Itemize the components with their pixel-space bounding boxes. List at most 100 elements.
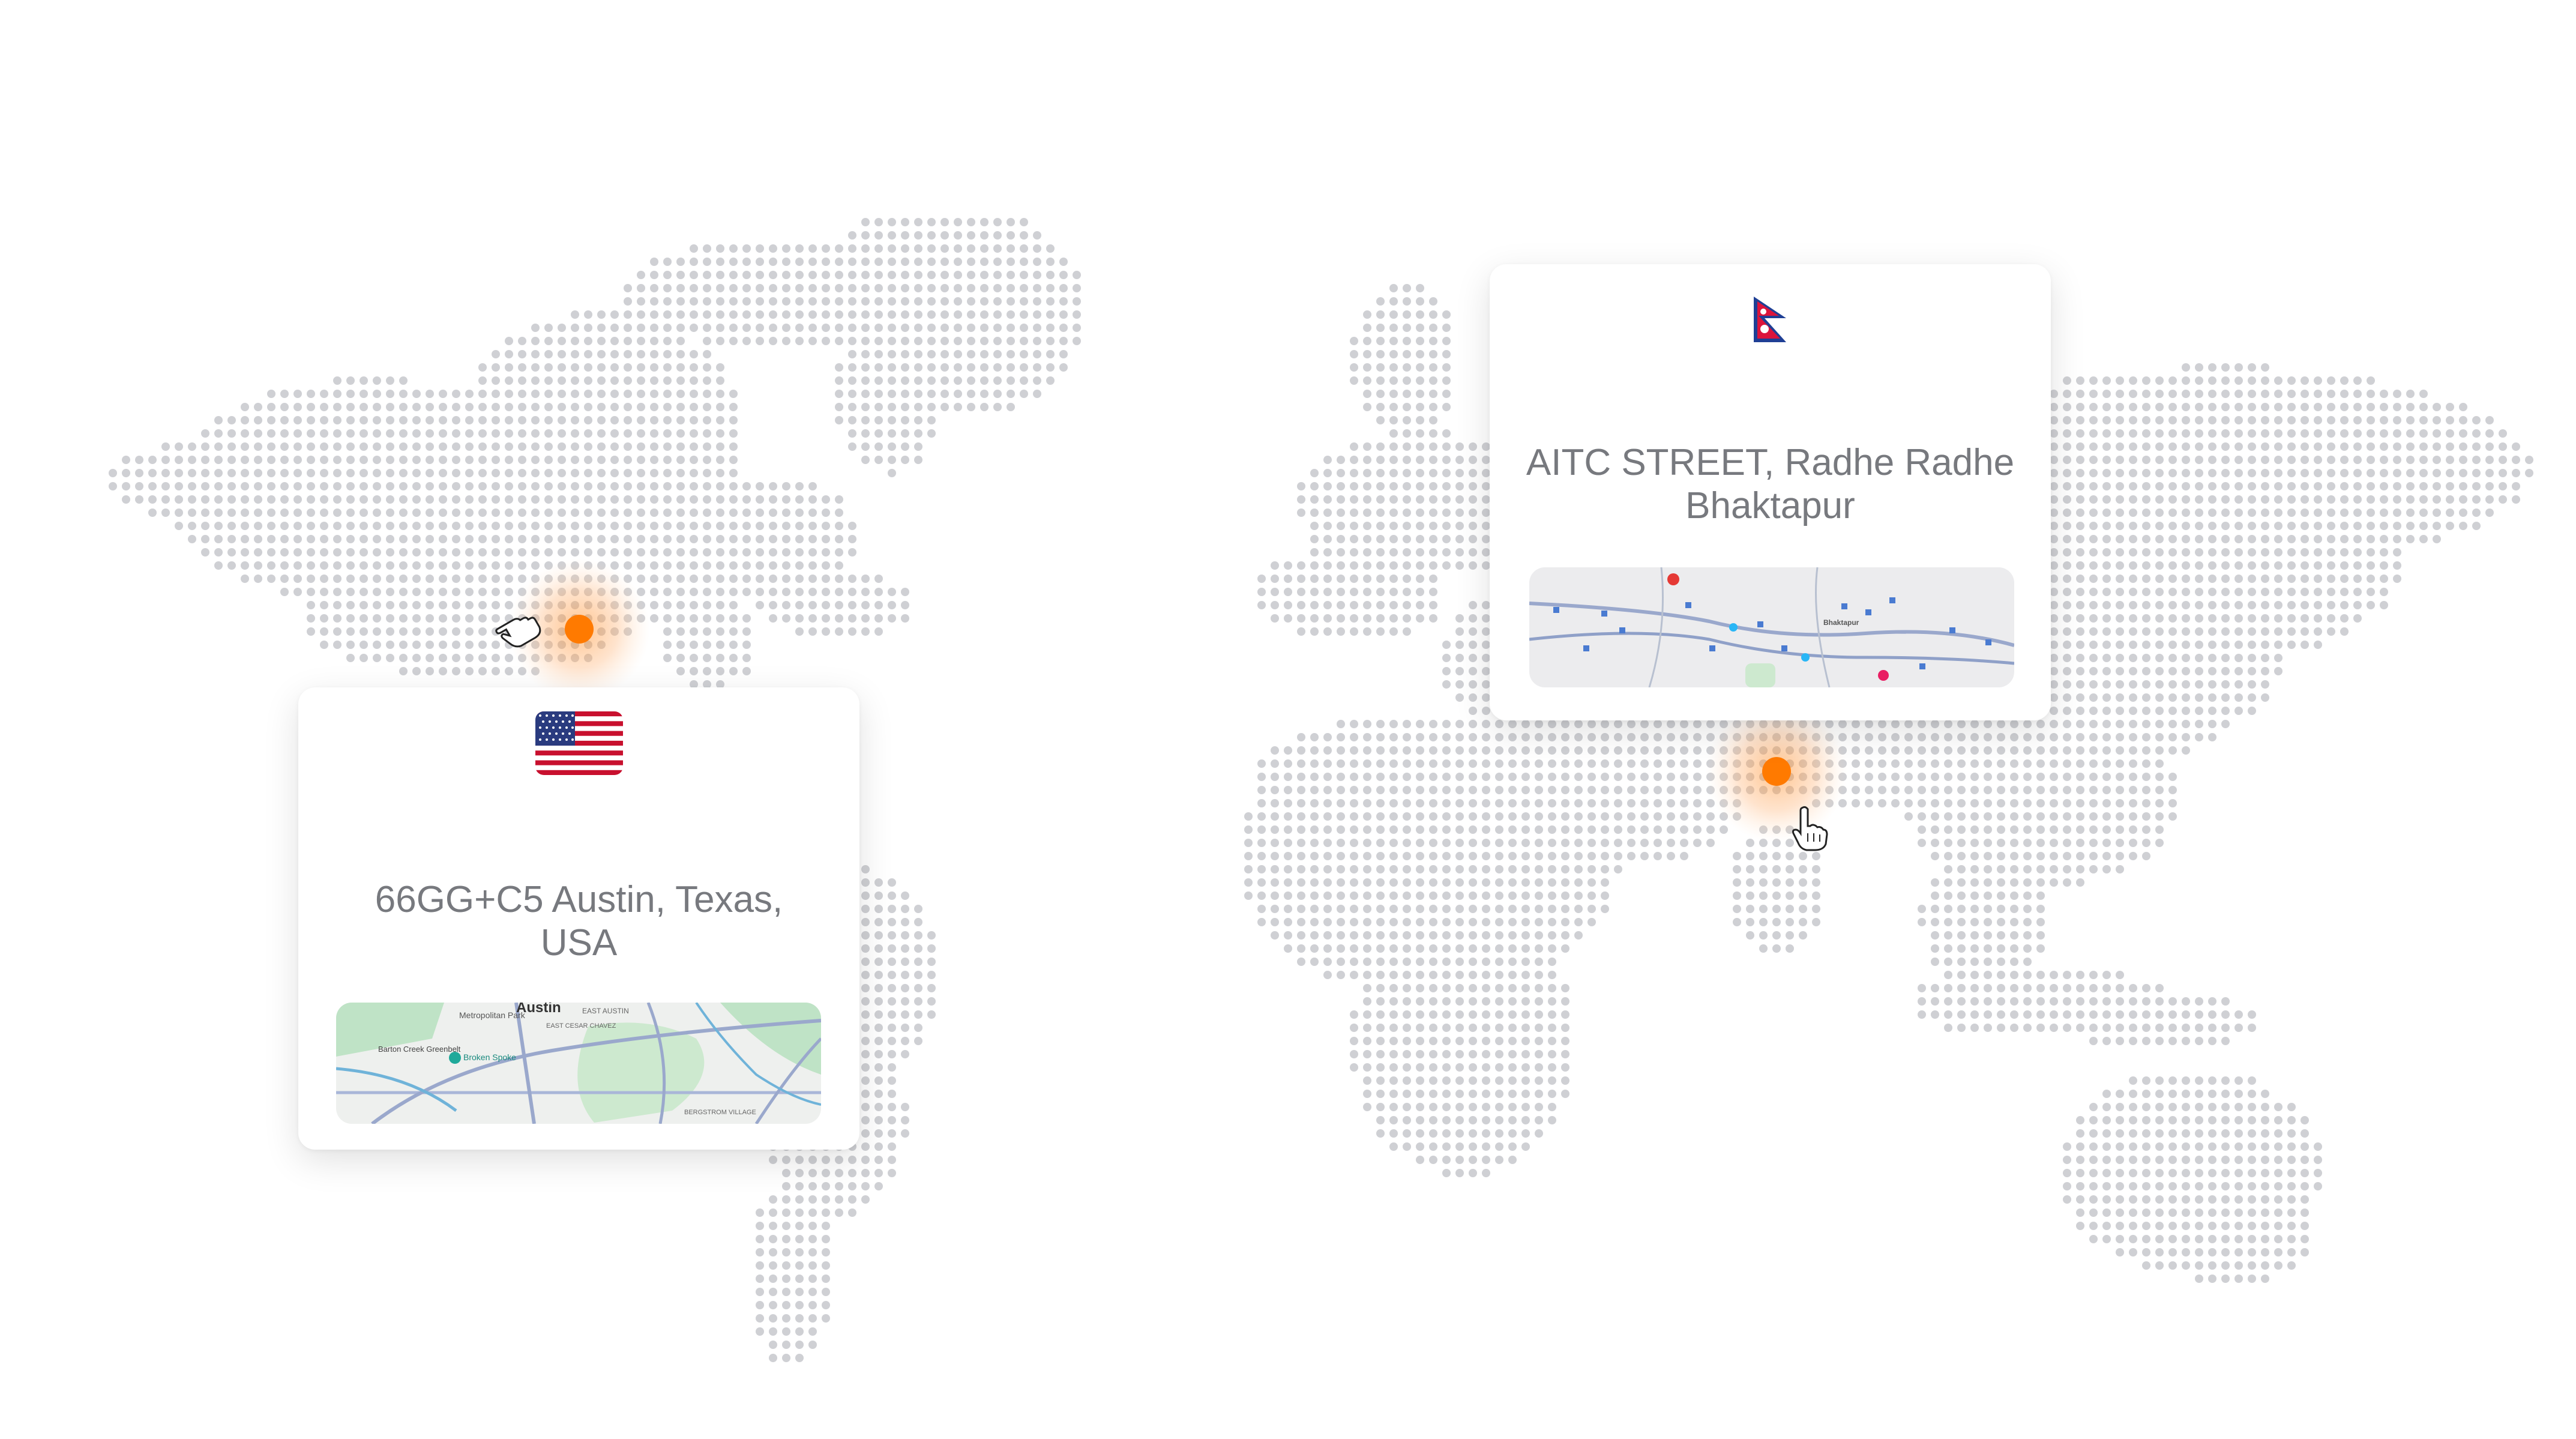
map-dot [940, 231, 949, 240]
map-dot [293, 416, 302, 424]
map-dot [835, 601, 843, 609]
map-dot [1429, 891, 1437, 900]
map-dot [1363, 1010, 1371, 1019]
map-dot [2050, 865, 2058, 873]
map-dot [1944, 733, 1952, 741]
map-dot [2063, 456, 2071, 464]
map-dot [2089, 1116, 2098, 1124]
map-dot [769, 284, 777, 292]
map-dot [1403, 799, 1411, 807]
map-dot [1521, 799, 1530, 807]
map-dot [1918, 720, 1926, 728]
map-dot [1337, 944, 1345, 953]
map-dot [888, 310, 896, 319]
map-dot [808, 310, 817, 319]
map-dot [1482, 839, 1490, 847]
map-dot [676, 337, 685, 345]
map-dot [2301, 641, 2309, 649]
map-dot [1944, 997, 1952, 1006]
map-dot [2089, 707, 2098, 715]
map-dot [1561, 773, 1569, 781]
map-dot [848, 548, 856, 557]
map-dot [1482, 733, 1490, 741]
map-dot [1389, 931, 1398, 940]
map-dot [1310, 746, 1319, 755]
map-dot [1548, 891, 1556, 900]
map-dot [2406, 482, 2415, 490]
map-dot [808, 482, 817, 490]
map-dot [927, 944, 936, 953]
map-dot [2076, 495, 2084, 504]
map-dot [1878, 746, 1886, 755]
map-dot [571, 442, 579, 451]
map-dot [2036, 931, 2045, 940]
map-dot [1033, 271, 1041, 279]
map-dot [795, 535, 804, 543]
map-dot [2168, 376, 2177, 385]
map-dot [1957, 931, 1966, 940]
map-dot [2155, 693, 2164, 702]
map-dot [1337, 535, 1345, 543]
map-dot [1350, 852, 1358, 860]
map-dot [2129, 627, 2137, 636]
map-dot [1455, 1063, 1464, 1072]
map-dot [1350, 376, 1358, 385]
map-dot [2208, 667, 2216, 675]
map-dot [2089, 1103, 2098, 1111]
map-dot [2261, 627, 2269, 636]
map-dot [901, 971, 909, 979]
map-dot [650, 535, 658, 543]
map-dot [1271, 812, 1279, 821]
map-dot [2168, 429, 2177, 438]
map-dot [901, 1103, 909, 1111]
map-dot [1337, 746, 1345, 755]
map-dot [1931, 878, 1939, 887]
map-dot [148, 495, 157, 504]
map-dot [2050, 746, 2058, 755]
map-dot [1416, 416, 1424, 424]
map-dot [716, 390, 724, 398]
map-dot [1323, 746, 1332, 755]
map-dot [2036, 812, 2045, 821]
map-dot [175, 508, 183, 517]
map-dot [610, 495, 619, 504]
map-dot [703, 535, 711, 543]
map-dot [676, 614, 685, 623]
map-dot [2446, 522, 2454, 530]
map-dot [2234, 614, 2243, 623]
map-dot [280, 508, 289, 517]
map-dot [2301, 601, 2309, 609]
map-dot [1376, 588, 1385, 596]
map-dot [1416, 918, 1424, 926]
map-dot [2340, 403, 2349, 411]
map-dot [2208, 627, 2216, 636]
map-dot [703, 350, 711, 358]
map-dot [2142, 825, 2150, 834]
map-dot [2102, 852, 2111, 860]
map-dot [122, 482, 130, 490]
map-dot [2340, 495, 2349, 504]
map-dot [822, 244, 830, 253]
map-dot [2380, 601, 2388, 609]
map-dot [531, 482, 540, 490]
map-dot [1521, 944, 1530, 953]
map-dot [2327, 429, 2335, 438]
map-dot [518, 350, 526, 358]
map-dot [1482, 1010, 1490, 1019]
map-dot [2314, 641, 2322, 649]
map-dot [1482, 1050, 1490, 1058]
map-dot [2023, 852, 2032, 860]
map-dot [2116, 1024, 2124, 1032]
map-dot [1521, 971, 1530, 979]
map-dot [254, 456, 262, 464]
map-dot [716, 244, 724, 253]
map-dot [1654, 733, 1662, 741]
map-dot [1403, 971, 1411, 979]
map-dot [558, 442, 566, 451]
map-dot [267, 508, 275, 517]
map-dot [1376, 508, 1385, 517]
map-dot [2116, 746, 2124, 755]
map-dot [1389, 469, 1398, 477]
map-dot [307, 614, 315, 623]
map-dot [861, 1103, 870, 1111]
